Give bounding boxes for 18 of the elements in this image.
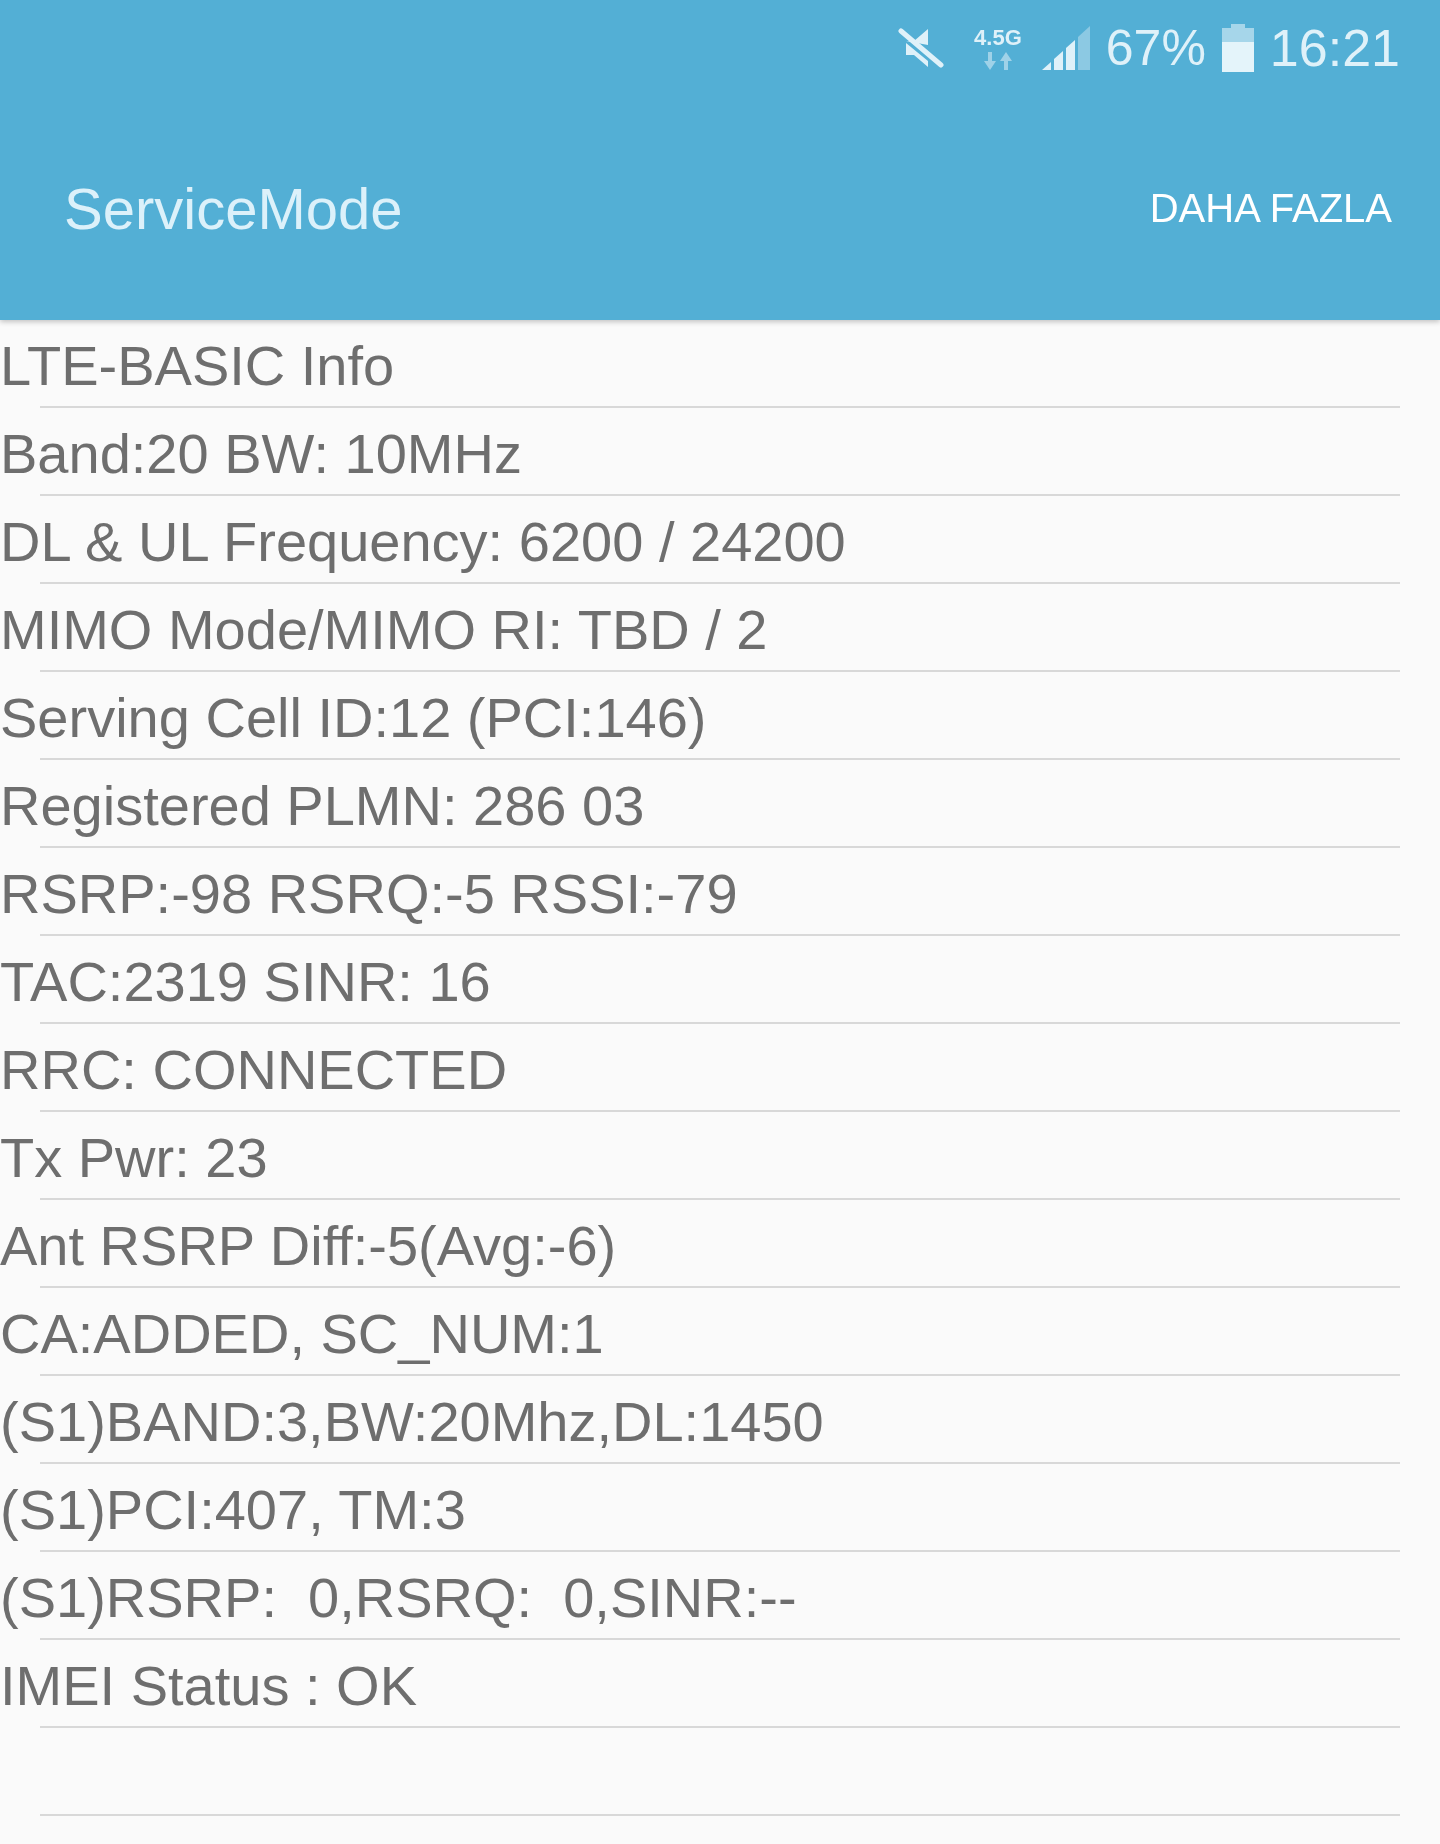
info-line: Band:20 BW: 10MHz: [0, 426, 522, 482]
speaker-muted-icon: [898, 25, 945, 71]
more-menu-button[interactable]: DAHA FAZLA: [1149, 177, 1392, 239]
info-line: RSRP:-98 RSRQ:-5 RSSI:-79: [0, 866, 738, 922]
app-title: ServiceMode: [64, 174, 403, 242]
signal-bars-icon: [1041, 26, 1090, 70]
network-type-label: 4.5G: [974, 26, 1022, 49]
info-line: TAC:2319 SINR: 16: [0, 954, 491, 1010]
battery-percent: 67%: [1105, 23, 1206, 73]
battery-icon: [1221, 24, 1254, 72]
info-line: CA:ADDED, SC_NUM:1: [0, 1306, 604, 1362]
info-line: LTE-BASIC Info: [0, 338, 395, 394]
clock-time: 16:21: [1269, 22, 1400, 74]
info-line: Tx Pwr: 23: [0, 1130, 268, 1186]
info-line: MIMO Mode/MIMO RI: TBD / 2: [0, 602, 768, 658]
info-line: IMEI Status : OK: [0, 1658, 418, 1714]
info-line: RRC: CONNECTED: [0, 1042, 508, 1098]
data-arrows-icon: [982, 51, 1013, 70]
